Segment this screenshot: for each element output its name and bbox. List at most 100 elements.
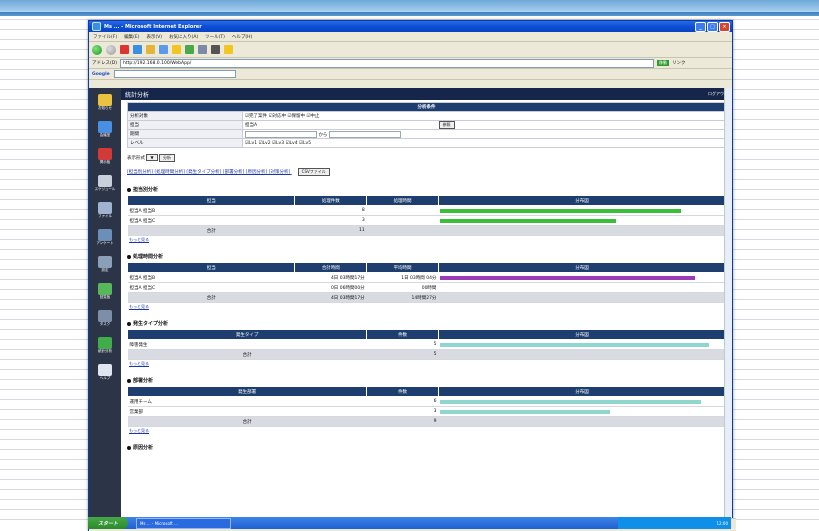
sidebar-item-board[interactable]: 掲示板 [91, 144, 119, 168]
distribution-bar [440, 399, 701, 404]
close-button[interactable]: × [719, 21, 730, 32]
total-label: 合計 [127, 416, 367, 427]
total-time: 4日 03時間17分 [294, 292, 367, 303]
more-link[interactable]: もっと見る [129, 361, 732, 367]
row-count: 8 [294, 205, 367, 216]
minimize-button[interactable]: _ [695, 21, 706, 32]
sidebar-item-circular[interactable]: 回覧板 [91, 279, 119, 303]
format-select[interactable]: ▼ [146, 154, 158, 161]
task-icon [98, 309, 112, 322]
row-count: 3 [294, 215, 367, 226]
sidebar-item-help[interactable]: ヘルプ [91, 360, 119, 384]
table-row: 担当A 担当B 4日 03時間17分 1日 03時間 04分 [127, 272, 726, 283]
row-name: 営業部 [127, 406, 367, 417]
page-title: 統計分析 [125, 91, 150, 99]
filter-table: 分析条件 分析対象 ☑完了案件 ☑対応中 ☑保留中 ☑中止 担当 担当A 参照 … [127, 102, 726, 148]
history-icon[interactable] [185, 45, 194, 54]
back-button[interactable] [92, 44, 102, 55]
go-button[interactable]: 移動 [656, 60, 669, 66]
settings-icon [98, 255, 112, 268]
top-banner [0, 0, 819, 16]
table-row: 営業部 3 [127, 406, 726, 417]
filter-value-target[interactable]: ☑完了案件 ☑対応中 ☑保留中 ☑中止 [242, 111, 726, 121]
mail-icon[interactable] [198, 45, 207, 54]
sidebar-item-settings[interactable]: 設定 [91, 252, 119, 276]
filter-panel: 分析条件 分析対象 ☑完了案件 ☑対応中 ☑保留中 ☑中止 担当 担当A 参照 … [127, 102, 726, 162]
col-header: 処理時間 [366, 195, 439, 206]
help-icon [98, 363, 112, 376]
taskbar-window-button[interactable]: Ms ... - Microsoft ... [136, 517, 231, 529]
system-tray: 12:00 [618, 517, 731, 529]
more-link[interactable]: もっと見る [129, 237, 732, 243]
total-row: 合計 5 [127, 349, 726, 360]
table-row: 担当A 担当B 8 [127, 205, 726, 216]
period-from-input[interactable] [245, 130, 317, 138]
links-label[interactable]: リンク [672, 60, 686, 66]
row-total-time: 4日 03時間17分 [294, 272, 367, 283]
home-icon[interactable] [146, 45, 155, 54]
section-title-owner: 担当別分析 [127, 186, 732, 193]
sidebar-item-schedule[interactable]: スケジュール [91, 171, 119, 195]
col-header: 分布図 [437, 195, 727, 206]
row-bar-cell [438, 396, 726, 407]
row-name: 担当A 担当C [127, 215, 295, 226]
menu-favorites[interactable]: お気に入り(A) [169, 34, 198, 40]
type-table: 発生タイプ 件数 分布図 障害発生 5 合計 5 [126, 329, 727, 360]
address-input[interactable]: http://192.168.0.100/WebApp/ [119, 58, 654, 68]
board-icon [98, 147, 112, 160]
menu-help[interactable]: ヘルプ(H) [232, 34, 252, 40]
menu-tools[interactable]: ツール(T) [205, 34, 225, 40]
refresh-icon[interactable] [133, 45, 142, 54]
more-link[interactable]: もっと見る [129, 304, 732, 310]
filter-value-owner[interactable]: 担当A 参照 [242, 120, 726, 130]
period-to-input[interactable] [328, 130, 401, 138]
maximize-button[interactable]: □ [707, 21, 718, 32]
row-name: 担当A 担当C [127, 282, 295, 293]
print-icon[interactable] [211, 45, 220, 54]
more-link[interactable]: もっと見る [129, 428, 732, 434]
bullet-icon [127, 187, 131, 192]
sidebar-item-meeting[interactable]: 会議室 [91, 117, 119, 141]
col-header: 分布図 [437, 386, 727, 397]
address-label: アドレス(D) [92, 61, 117, 66]
start-button[interactable]: スタート [88, 517, 128, 529]
sidebar-item-file[interactable]: ファイル [91, 198, 119, 222]
sidebar-item-notice[interactable]: お知らせ [91, 90, 119, 114]
csv-button[interactable]: CSVファイル [297, 168, 330, 176]
search-button[interactable]: 参照 [438, 121, 455, 129]
search-icon[interactable] [159, 45, 168, 54]
google-toolbar: Google [89, 69, 732, 80]
col-header: 発生部署 [126, 386, 368, 397]
analysis-tab-links[interactable]: [担当別分析] [処理時間分析] [発生タイプ分析] [部署分析] [原因分析]… [127, 168, 732, 176]
filter-value-period[interactable]: から [242, 129, 726, 139]
favorites-icon[interactable] [172, 45, 181, 54]
menu-file[interactable]: ファイル(F) [93, 34, 117, 40]
filter-label-level: レベル [127, 138, 243, 148]
table-row: 運用チーム 6 [127, 396, 726, 407]
browser-window: Ms ... - Microsoft Internet Explorer _ □… [88, 20, 736, 531]
filter-value-level[interactable]: ☑Lv1 ☑Lv2 ☑Lv3 ☑Lv4 ☑Lv5 [242, 138, 726, 148]
filter-label-owner: 担当 [127, 120, 243, 130]
back-icon [92, 44, 102, 55]
sidebar-item-survey[interactable]: アンケート [91, 225, 119, 249]
run-button[interactable]: 分析 [158, 154, 175, 162]
menu-edit[interactable]: 編集(E) [124, 34, 139, 40]
forward-button[interactable] [106, 44, 116, 55]
row-bar-cell [438, 205, 726, 216]
row-bar-cell [438, 272, 726, 283]
bullet-icon [127, 321, 131, 326]
table-row: 担当A 担当C 3 [127, 215, 726, 226]
sidebar-item-statistics[interactable]: 統計分析 [91, 333, 119, 357]
app-sidebar: お知らせ 会議室 掲示板 スケジュール ファイル アンケート 設定 回覧板 タス… [89, 88, 121, 518]
row-avg-time: 1日 03時間 04分 [366, 272, 439, 283]
vertical-scrollbar[interactable] [724, 88, 732, 518]
sidebar-item-task[interactable]: タスク [91, 306, 119, 330]
google-search-input[interactable] [113, 70, 236, 78]
notice-icon [98, 93, 112, 106]
menu-view[interactable]: 表示(V) [146, 34, 162, 40]
google-logo: Google [92, 71, 110, 77]
table-row: 障害発生 5 [127, 339, 726, 350]
row-total-time: 0日 06時間00分 [294, 282, 367, 293]
folder-icon[interactable] [224, 45, 233, 54]
stop-icon[interactable] [120, 45, 129, 54]
